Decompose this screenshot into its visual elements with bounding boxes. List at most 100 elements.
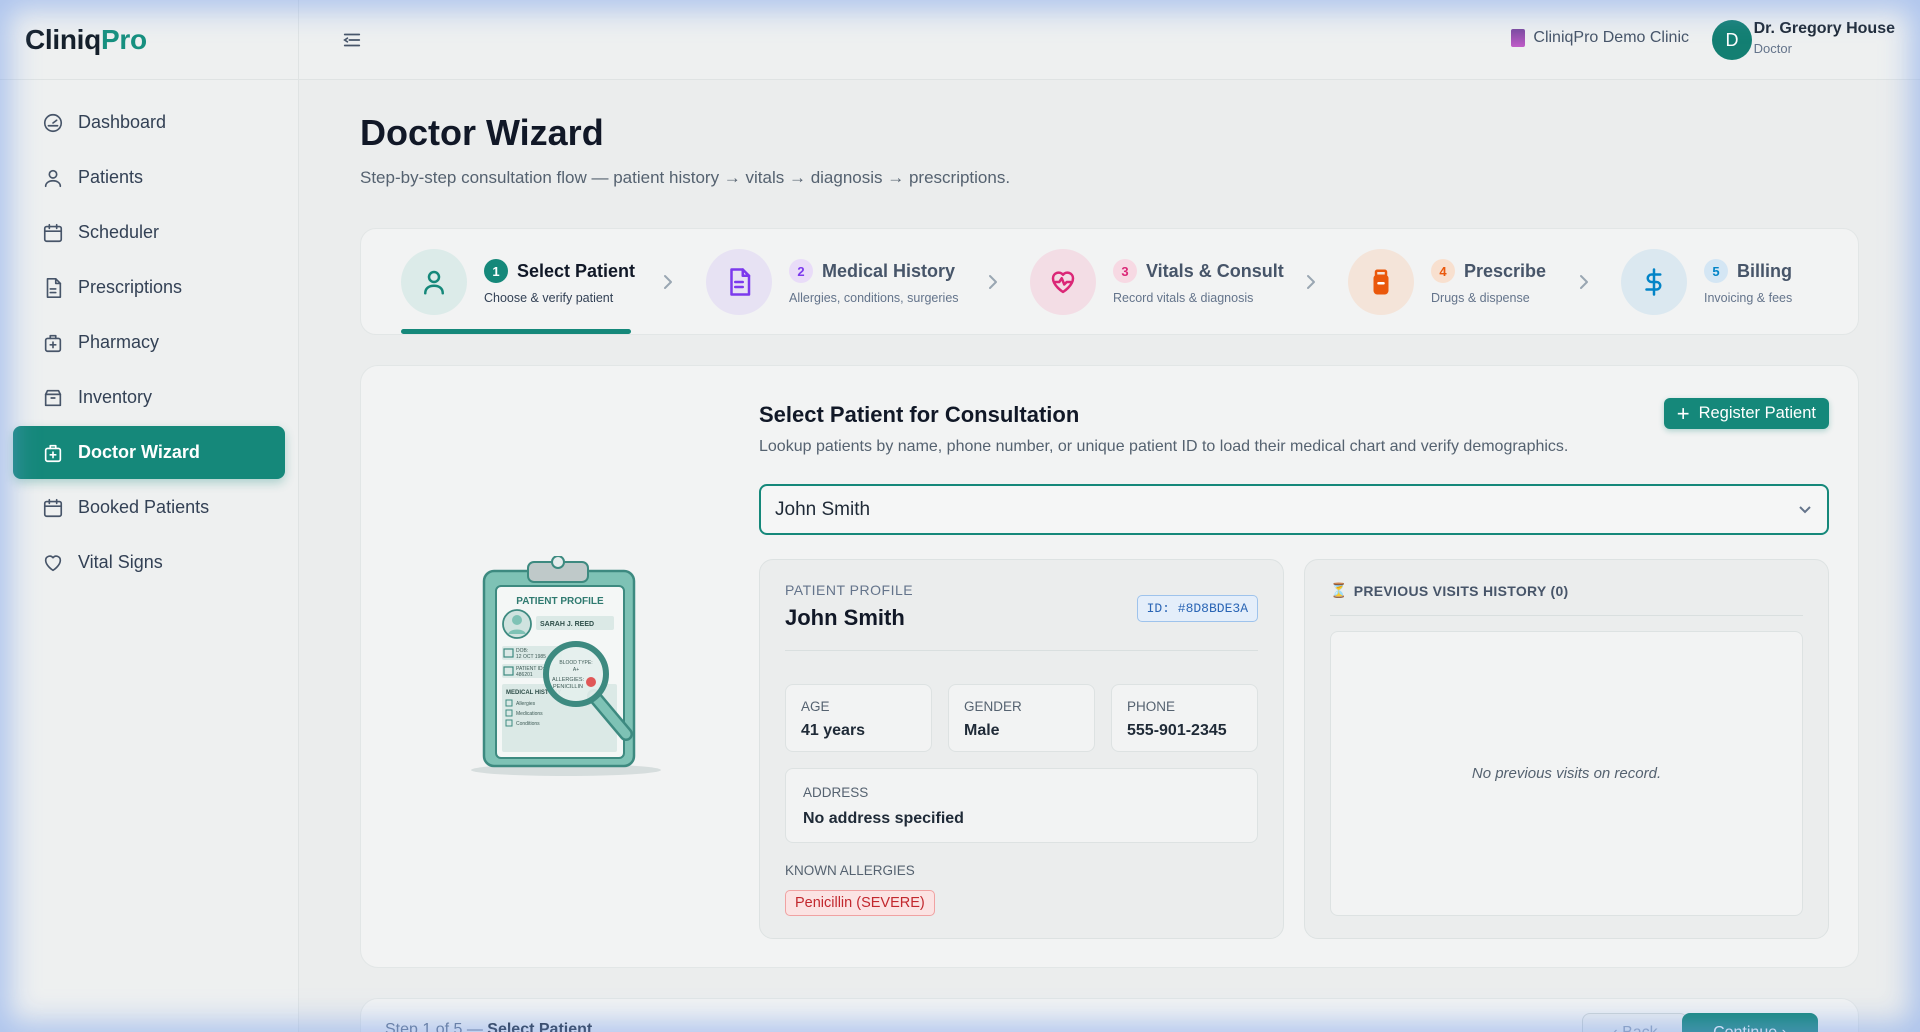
sidebar: Cliniq Pro Dashboard Patients Scheduler P… [0,0,299,1032]
step-number: 3 [1113,259,1137,283]
brand-logo[interactable]: Cliniq Pro [0,0,298,80]
phone-box: PHONE 555-901-2345 [1111,684,1258,752]
visit-history-panel: ⏳ PREVIOUS VISITS HISTORY (0) No previou… [1304,559,1829,939]
active-step-indicator [401,329,631,334]
sidebar-item-label: Pharmacy [78,332,160,352]
patient-profile-panel: PATIENT PROFILE John Smith ID: #8D8BDE3A… [759,559,1284,939]
user-icon [42,167,64,189]
brand-part-2: Pro [100,23,147,55]
illus-history-item: Conditions [516,721,540,727]
wizard-footer: Step 1 of 5 — Select Patient ‹ Back Cont… [360,998,1859,1032]
step-description: Invoicing & fees [1704,291,1793,305]
selected-patient: John Smith [775,498,871,520]
chevron-down-icon [1797,501,1813,517]
step-vitals-consult[interactable]: 3 Vitals & Consult Record vitals & diagn… [1030,249,1284,315]
allergies-label: KNOWN ALLERGIES [785,863,915,878]
empty-message: No previous visits on record. [1471,765,1662,782]
sidebar-item-inventory[interactable]: Inventory [13,371,285,424]
register-patient-label: Register Patient [1698,404,1816,422]
register-patient-button[interactable]: + Register Patient [1663,398,1829,429]
brand-part-1: Cliniq [25,23,101,55]
step-title: Billing [1737,260,1792,281]
sidebar-item-label: Booked Patients [78,497,210,517]
history-empty-state: No previous visits on record. [1330,631,1803,916]
clinic-selector[interactable]: CliniqPro Demo Clinic [1511,29,1689,47]
page-subtitle: Step-by-step consultation flow — patient… [360,168,1011,187]
step-title: Select Patient [517,260,636,281]
sidebar-item-pharmacy[interactable]: Pharmacy [13,316,285,369]
clinic-icon [1511,29,1526,47]
illus-header: PATIENT PROFILE [516,596,604,607]
step-prescribe[interactable]: 4 Prescribe Drugs & dispense [1348,249,1546,315]
heart-pulse-icon [1030,249,1096,315]
divider [1330,615,1803,616]
calendar-icon [42,497,64,519]
page-title: Doctor Wizard [360,112,604,153]
sidebar-item-doctor-wizard[interactable]: Doctor Wizard [13,426,285,479]
continue-button[interactable]: Continue › [1682,1013,1818,1032]
sidebar-item-prescriptions[interactable]: Prescriptions [13,261,285,314]
gender-value: Male [964,722,1000,739]
step-description: Allergies, conditions, surgeries [789,291,959,305]
patient-id-badge: ID: #8D8BDE3A [1136,595,1258,622]
patient-search-select[interactable]: John Smith [759,484,1829,535]
address-value: No address specified [803,810,964,827]
step-medical-history[interactable]: 2 Medical History Allergies, conditions,… [706,249,959,315]
sidebar-item-label: Dashboard [78,112,167,132]
clipboard-illustration: PATIENT PROFILE SARAH J. REED DOB: 12 OC… [471,556,661,776]
wizard-stepper: 1 Select Patient Choose & verify patient… [360,228,1859,335]
sidebar-item-label: Inventory [78,387,153,407]
gauge-icon [42,112,64,134]
step-number: 4 [1431,259,1455,283]
step-description: Drugs & dispense [1431,291,1530,305]
step-billing[interactable]: 5 Billing Invoicing & fees [1621,249,1792,315]
select-patient-title: Select Patient for Consultation [759,402,1080,427]
illus-dob: 12 OCT 1985 [516,654,546,660]
sidebar-item-label: Patients [78,167,144,187]
user-role: Doctor [1753,41,1792,56]
sidebar-item-booked-patients[interactable]: Booked Patients [13,481,285,534]
address-box: ADDRESS No address specified [785,768,1258,843]
history-title: ⏳ PREVIOUS VISITS HISTORY (0) [1330,582,1569,599]
medical-briefcase-icon [42,442,64,464]
illus-history-item: Medications [516,711,543,717]
age-value: 41 years [801,722,866,739]
package-icon [42,387,64,409]
back-button[interactable]: ‹ Back [1582,1013,1688,1032]
pharmacy-icon [42,332,64,354]
allergy-badge: Penicillin (SEVERE) [785,890,935,916]
sidebar-item-scheduler[interactable]: Scheduler [13,206,285,259]
step-description: Choose & verify patient [484,291,614,305]
calendar-icon [42,222,64,244]
step-select-patient[interactable]: 1 Select Patient Choose & verify patient [401,249,635,315]
hourglass-icon: ⏳ [1330,582,1348,598]
step-number: 2 [789,259,813,283]
clinic-name: CliniqPro Demo Clinic [1533,29,1689,46]
phone-value: 555-901-2345 [1127,722,1227,739]
age-box: AGE 41 years [785,684,932,752]
dollar-icon [1621,249,1687,315]
divider [785,650,1258,651]
sidebar-item-label: Doctor Wizard [78,442,200,462]
illus-lens-allergies: PENICILLIN [553,684,583,690]
step-progress-name: Select Patient [487,1021,593,1032]
illus-patient-id: 486201 [516,672,533,678]
illus-history-item: Allergies [516,701,536,707]
sidebar-item-vital-signs[interactable]: Vital Signs [13,536,285,589]
sidebar-item-patients[interactable]: Patients [13,151,285,204]
chevron-right-icon [986,273,1000,291]
chevron-right-icon [1577,273,1591,291]
heart-icon [42,552,64,574]
sidebar-item-label: Vital Signs [78,552,163,572]
gender-box: GENDER Male [948,684,1095,752]
step-number: 1 [484,259,508,283]
chevron-right-icon [661,273,675,291]
collapse-menu-icon[interactable] [341,29,363,51]
plus-icon: + [1676,400,1690,426]
topbar: CliniqPro Demo Clinic D Dr. Gregory Hous… [299,0,1920,80]
user-menu[interactable]: Dr. Gregory House Doctor [1754,20,1895,56]
document-icon [706,249,772,315]
pill-bottle-icon [1348,249,1414,315]
avatar[interactable]: D [1712,20,1752,60]
sidebar-item-dashboard[interactable]: Dashboard [13,96,285,149]
